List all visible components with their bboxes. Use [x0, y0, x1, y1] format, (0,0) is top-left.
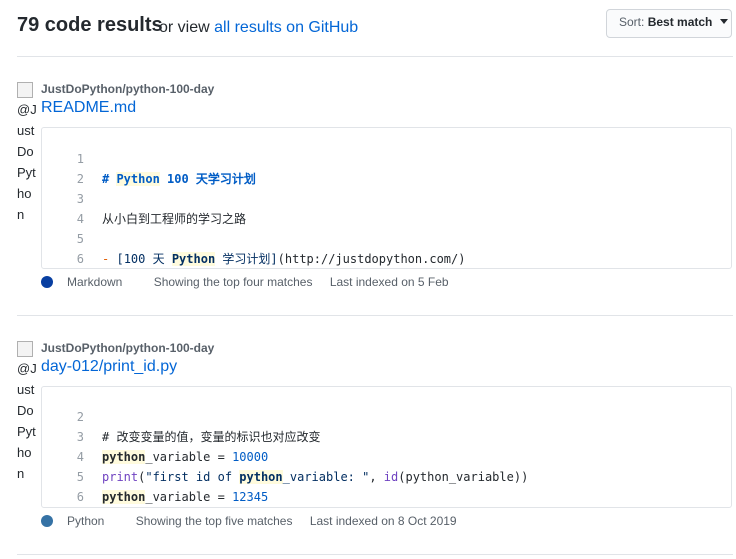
language: Markdown	[41, 275, 136, 289]
broken-image-icon	[17, 82, 33, 98]
line-content: print("second id of python_variable: ", …	[102, 507, 536, 508]
code-line: 3 python_variable = 10000	[42, 407, 731, 464]
result-meta: Python Showing the top five matches Last…	[41, 514, 471, 528]
language-color-dot	[41, 276, 53, 288]
code-line: 6 print("second id of python_variable: "…	[42, 467, 731, 504]
results-count: 79 code results	[17, 14, 163, 36]
divider	[17, 56, 733, 57]
indexed-date: Last indexed on 8 Oct 2019	[309, 514, 457, 528]
avatar[interactable]: @JustDoPython	[17, 82, 37, 225]
code-line: 3 从小白到工程师的学习之路	[42, 169, 731, 226]
matches-info: Showing the top five matches	[135, 514, 293, 528]
code-line: 4 print("first id of python_variable: ",…	[42, 427, 731, 484]
avatar-alt-text: @JustDoPython	[17, 102, 37, 222]
code-line: 2	[42, 149, 731, 186]
code-line: 6 - [第1天：Python 环境搭建](http://justdopytho…	[42, 229, 731, 266]
results-header: 79 code results or view all results on G…	[17, 9, 733, 44]
code-line: 7 print("\n\n")	[42, 487, 731, 507]
code-line: 7 - [第2天：Python 基础语法](http://justdopytho…	[42, 249, 731, 268]
or-view-text: or view all results on GitHub	[159, 19, 358, 37]
repo-link[interactable]: JustDoPython/python-100-day	[41, 341, 214, 355]
language-color-dot	[41, 515, 53, 527]
all-results-link[interactable]: all results on GitHub	[214, 19, 358, 36]
language-name: Markdown	[67, 275, 123, 289]
code-line: 4	[42, 189, 731, 226]
divider	[17, 315, 733, 316]
result-meta: Markdown Showing the top four matches La…	[41, 275, 463, 289]
matches-info: Showing the top four matches	[153, 275, 313, 289]
or-view-label: or view	[159, 19, 210, 36]
code-line: 5 python_variable = 12345	[42, 447, 731, 504]
code-line: 1 # Python 100 天学习计划	[42, 129, 731, 186]
file-link[interactable]: day-012/print_id.py	[41, 358, 177, 376]
avatar-alt-text: @JustDoPython	[17, 361, 37, 481]
code-line: 5 - [100 天 Python 学习计划](http://justdopyt…	[42, 209, 731, 266]
divider	[17, 554, 733, 555]
sort-value: Best match	[647, 15, 713, 29]
language-name: Python	[67, 514, 105, 528]
avatar[interactable]: @JustDoPython	[17, 341, 37, 484]
file-link[interactable]: README.md	[41, 99, 136, 117]
broken-image-icon	[17, 341, 33, 357]
code-line: 2 # 改变变量的值，变量的标识也对应改变	[42, 387, 731, 444]
code-snippet: 2 # 改变变量的值，变量的标识也对应改变 3 python_variable …	[41, 386, 732, 508]
sort-dropdown[interactable]: Sort: Best match	[606, 9, 732, 38]
chevron-down-icon	[719, 19, 728, 24]
indexed-date: Last indexed on 5 Feb	[329, 275, 449, 289]
sort-label: Sort:	[619, 15, 645, 29]
line-number: 7	[42, 507, 84, 508]
code-snippet: 1 # Python 100 天学习计划 2 3 从小白到工程师的学习之路 4 …	[41, 127, 732, 269]
language: Python	[41, 514, 118, 528]
repo-link[interactable]: JustDoPython/python-100-day	[41, 82, 214, 96]
